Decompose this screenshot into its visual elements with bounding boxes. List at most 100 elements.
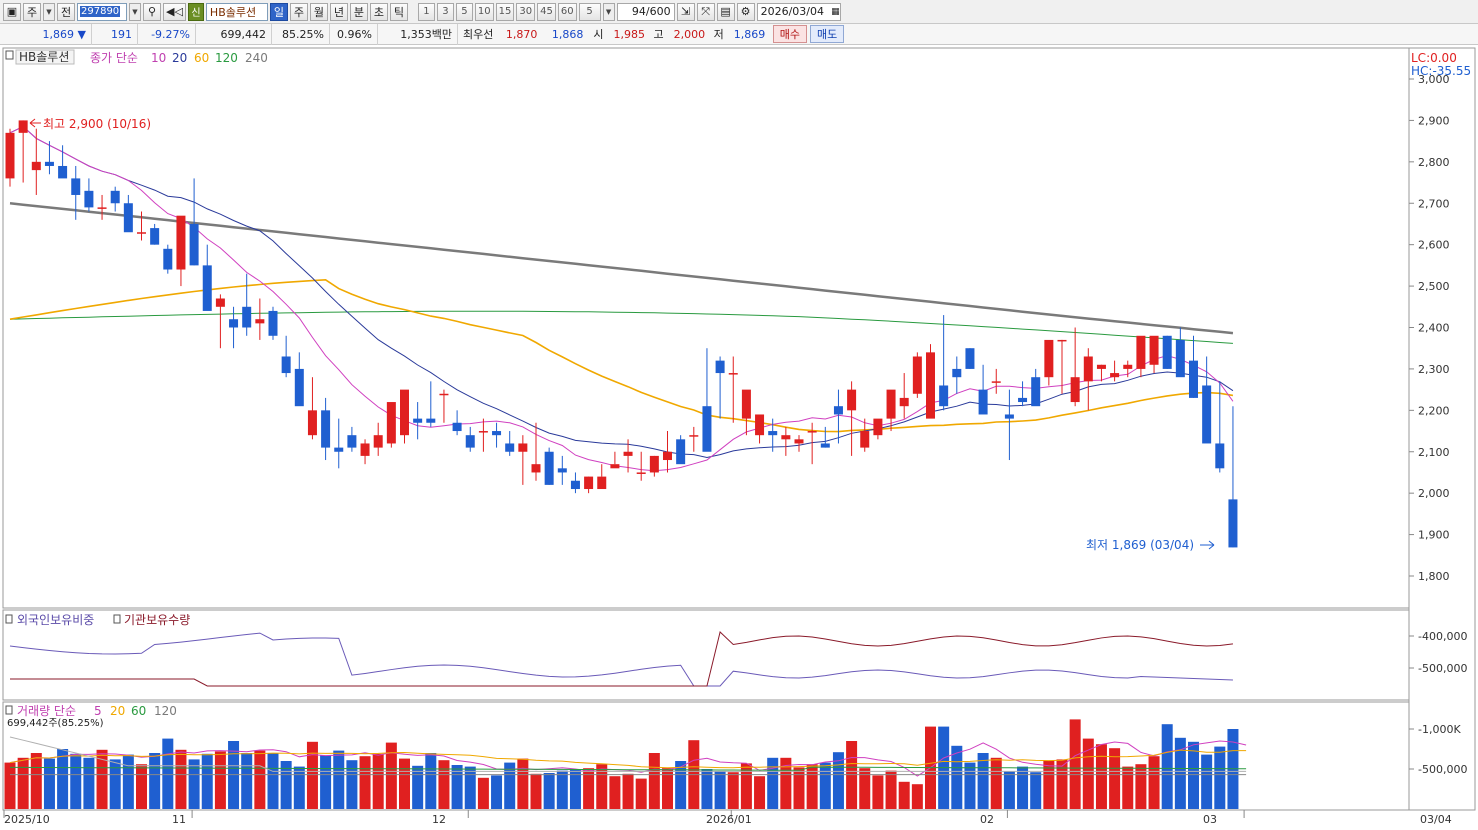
period-second[interactable]: 초 xyxy=(369,2,388,21)
candle-body xyxy=(1202,385,1212,444)
interval-30[interactable]: 30 xyxy=(516,2,536,21)
type-selector[interactable]: 주 xyxy=(23,2,41,21)
chart-svg[interactable]: 3,0002,9002,8002,7002,6002,5002,4002,300… xyxy=(0,46,1478,830)
candle-body xyxy=(978,389,988,415)
period-tick[interactable]: 틱 xyxy=(389,2,408,21)
candle-body xyxy=(347,435,357,448)
price-tick-label: 2,200 xyxy=(1418,404,1450,417)
buy-button[interactable]: 매수 xyxy=(772,25,807,43)
volume-bar xyxy=(517,758,529,809)
candle-body xyxy=(5,132,15,179)
all-toggle[interactable]: 전 xyxy=(57,2,75,21)
candle-body xyxy=(952,368,962,378)
legend-ma240: 240 xyxy=(245,51,268,65)
price-tick-label: 1,800 xyxy=(1418,570,1450,583)
vol-ma5: 5 xyxy=(94,704,102,718)
volume-bar xyxy=(412,765,424,809)
code-dropdown-icon[interactable]: ▼ xyxy=(129,2,141,21)
interval-15[interactable]: 15 xyxy=(495,2,515,21)
volume-bar xyxy=(214,751,226,809)
candle-body xyxy=(137,232,146,234)
period-week[interactable]: 주 xyxy=(289,2,308,21)
candle-body xyxy=(439,393,449,396)
chevron-down-icon[interactable]: ▼ xyxy=(43,2,55,21)
zoom-out-icon[interactable]: ⤧ xyxy=(696,2,715,21)
candle-body xyxy=(426,418,436,423)
candle-body xyxy=(1083,356,1093,382)
volume-bar xyxy=(727,772,739,809)
period-day[interactable]: 일 xyxy=(269,2,288,21)
candle-body xyxy=(873,418,883,436)
foreign-ratio-label: 외국인보유비중 xyxy=(17,613,94,627)
interval-45[interactable]: 45 xyxy=(537,2,556,21)
interval-dropdown-icon[interactable]: ▼ xyxy=(602,2,615,21)
save-icon[interactable]: ▤ xyxy=(716,2,735,21)
interval-1[interactable]: 1 xyxy=(417,2,435,21)
candle-body xyxy=(163,248,173,270)
interval-custom-field[interactable]: 5 xyxy=(578,2,601,21)
candle-body xyxy=(18,120,28,133)
calendar-icon[interactable]: ▦ xyxy=(831,7,840,17)
candle-body xyxy=(768,431,778,436)
stock-name-field[interactable]: HB솔루션 xyxy=(205,2,268,21)
candle-body xyxy=(1149,335,1159,365)
candle-body xyxy=(1031,377,1041,407)
volume-bar xyxy=(175,749,187,809)
ask-price: 1,870 xyxy=(505,27,538,41)
price-tick-label: 2,800 xyxy=(1418,156,1450,169)
sell-button[interactable]: 매도 xyxy=(810,25,845,43)
candle-body xyxy=(97,207,107,209)
candle-body xyxy=(531,464,541,473)
volume-bar xyxy=(201,753,213,809)
candle-body xyxy=(755,414,765,436)
zoom-in-icon[interactable]: ⇲ xyxy=(676,2,695,21)
volume-bar xyxy=(951,745,963,809)
candle-body xyxy=(807,431,817,433)
period-minute[interactable]: 분 xyxy=(349,2,368,21)
price-tick-label: 2,400 xyxy=(1418,322,1450,335)
candle-body xyxy=(452,422,462,432)
open-price: 1,985 xyxy=(613,27,646,41)
candle-body xyxy=(557,468,567,473)
candle-body xyxy=(676,439,686,465)
layout-icon[interactable]: ▣ xyxy=(3,2,21,21)
search-icon[interactable]: ⚲ xyxy=(143,2,161,21)
stock-code-input[interactable]: 297890 xyxy=(77,2,127,21)
candle-body xyxy=(1004,414,1014,419)
speaker-icon[interactable]: ◀◁ xyxy=(163,2,186,21)
volume-bar xyxy=(609,776,621,809)
volume-bar xyxy=(149,753,161,809)
volume-tick-label: -500,000 xyxy=(1418,763,1467,776)
candle-body xyxy=(360,443,370,456)
inst-holding-label: 기관보유수량 xyxy=(124,613,190,627)
interval-3[interactable]: 3 xyxy=(436,2,454,21)
candle-body xyxy=(544,451,554,485)
gear-icon[interactable]: ⚙ xyxy=(736,2,755,21)
trade-amount: 1,353백만 xyxy=(378,23,458,45)
volume-bar xyxy=(911,784,923,809)
volume-bar xyxy=(30,753,42,809)
volume-bar xyxy=(70,753,82,809)
price-panel[interactable] xyxy=(2,47,1410,609)
volume-bar xyxy=(438,760,450,809)
volume-bar xyxy=(872,775,884,809)
interval-5[interactable]: 5 xyxy=(455,2,473,21)
volume-bar xyxy=(491,775,503,809)
interval-10[interactable]: 10 xyxy=(474,2,494,21)
volume-bar xyxy=(1161,724,1173,809)
interval-60[interactable]: 60 xyxy=(557,2,577,21)
volume-bar xyxy=(17,757,29,809)
volume-bar xyxy=(1201,754,1213,809)
volume-bar xyxy=(162,738,174,809)
volume-bar xyxy=(1003,771,1015,809)
period-year[interactable]: 년 xyxy=(329,2,348,21)
price-tick-label: 2,100 xyxy=(1418,446,1450,459)
volume-bar xyxy=(964,762,976,809)
candle-body xyxy=(71,178,81,195)
data-count-field[interactable]: 94/600 xyxy=(616,2,675,21)
chart-area[interactable]: 3,000 2,900 2,800 2,700 2,600 2,500 2,400 2,300… xyxy=(0,46,1478,830)
candle-body xyxy=(781,435,791,440)
period-month[interactable]: 월 xyxy=(309,2,328,21)
volume-bar xyxy=(530,773,542,809)
date-field[interactable]: 2026/03/04 ▦ xyxy=(756,2,841,21)
